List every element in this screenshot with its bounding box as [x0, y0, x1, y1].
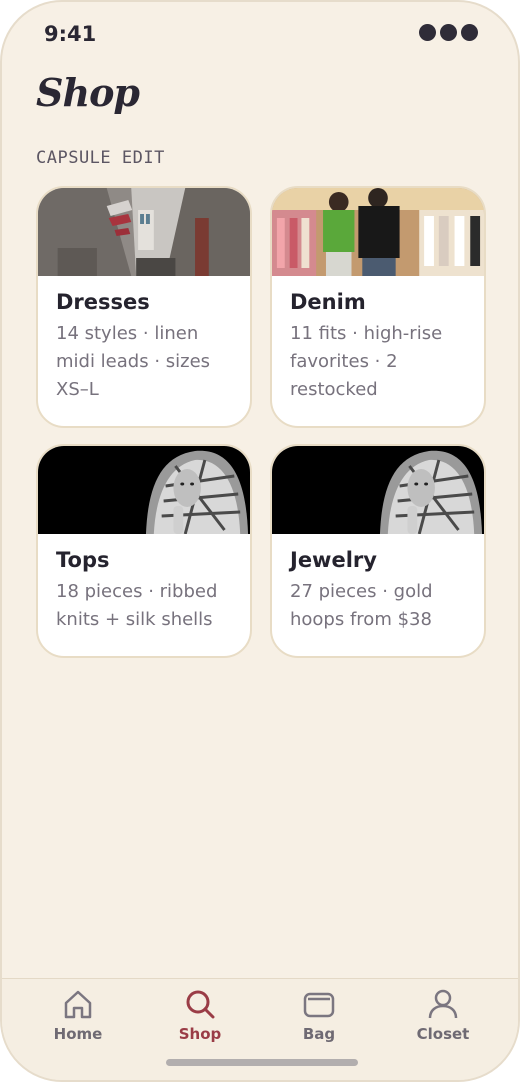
category-card-tops[interactable]: Tops 18 pieces · ribbed knits + silk she… [36, 444, 252, 658]
card-title: Dresses [56, 290, 150, 314]
card-title: Denim [290, 290, 366, 314]
status-dot [419, 24, 436, 41]
status-time: 9:41 [44, 22, 97, 46]
status-indicators [419, 24, 478, 41]
category-card-dresses[interactable]: Dresses 14 styles · linen midi leads · s… [36, 186, 252, 428]
tab-closet[interactable]: Closet [388, 987, 498, 1043]
card-image-portrait [272, 446, 484, 534]
user-icon [428, 989, 458, 1019]
card-body: Jewelry 27 pieces · gold hoops from $38 [272, 534, 484, 634]
home-icon [64, 990, 92, 1019]
tab-bar: Home Shop Bag Closet [2, 978, 518, 1080]
status-dot [440, 24, 457, 41]
tab-bag[interactable]: Bag [264, 987, 374, 1043]
card-title: Jewelry [290, 548, 377, 572]
wallet-icon [303, 992, 335, 1018]
card-image-portrait [38, 446, 250, 534]
card-body: Denim 11 fits · high-rise favorites · 2 … [272, 276, 484, 404]
tab-shop[interactable]: Shop [145, 987, 255, 1043]
category-card-denim[interactable]: Denim 11 fits · high-rise favorites · 2 … [270, 186, 486, 428]
status-bar: 9:41 [2, 2, 518, 66]
card-description: 27 pieces · gold hoops from $38 [290, 581, 433, 630]
card-description: 18 pieces · ribbed knits + silk shells [56, 581, 218, 630]
section-label: CAPSULE EDIT [36, 148, 165, 168]
phone-screen: 9:41 Shop CAPSULE EDIT Dresses 14 styles… [0, 0, 520, 1082]
card-image-store [272, 188, 484, 276]
home-indicator [166, 1059, 358, 1066]
category-card-jewelry[interactable]: Jewelry 27 pieces · gold hoops from $38 [270, 444, 486, 658]
card-title: Tops [56, 548, 110, 572]
search-icon [186, 990, 215, 1019]
status-dot [461, 24, 478, 41]
tab-label: Closet [416, 1025, 470, 1043]
tab-label: Shop [178, 1025, 222, 1043]
tab-label: Bag [302, 1025, 336, 1043]
card-body: Dresses 14 styles · linen midi leads · s… [38, 276, 250, 404]
page-title: Shop [36, 70, 140, 115]
card-body: Tops 18 pieces · ribbed knits + silk she… [38, 534, 250, 634]
tab-home[interactable]: Home [23, 987, 133, 1043]
card-image-alley [38, 188, 250, 276]
card-description: 14 styles · linen midi leads · sizes XS–… [56, 323, 211, 400]
tab-label: Home [53, 1025, 103, 1043]
card-description: 11 fits · high-rise favorites · 2 restoc… [290, 323, 443, 400]
